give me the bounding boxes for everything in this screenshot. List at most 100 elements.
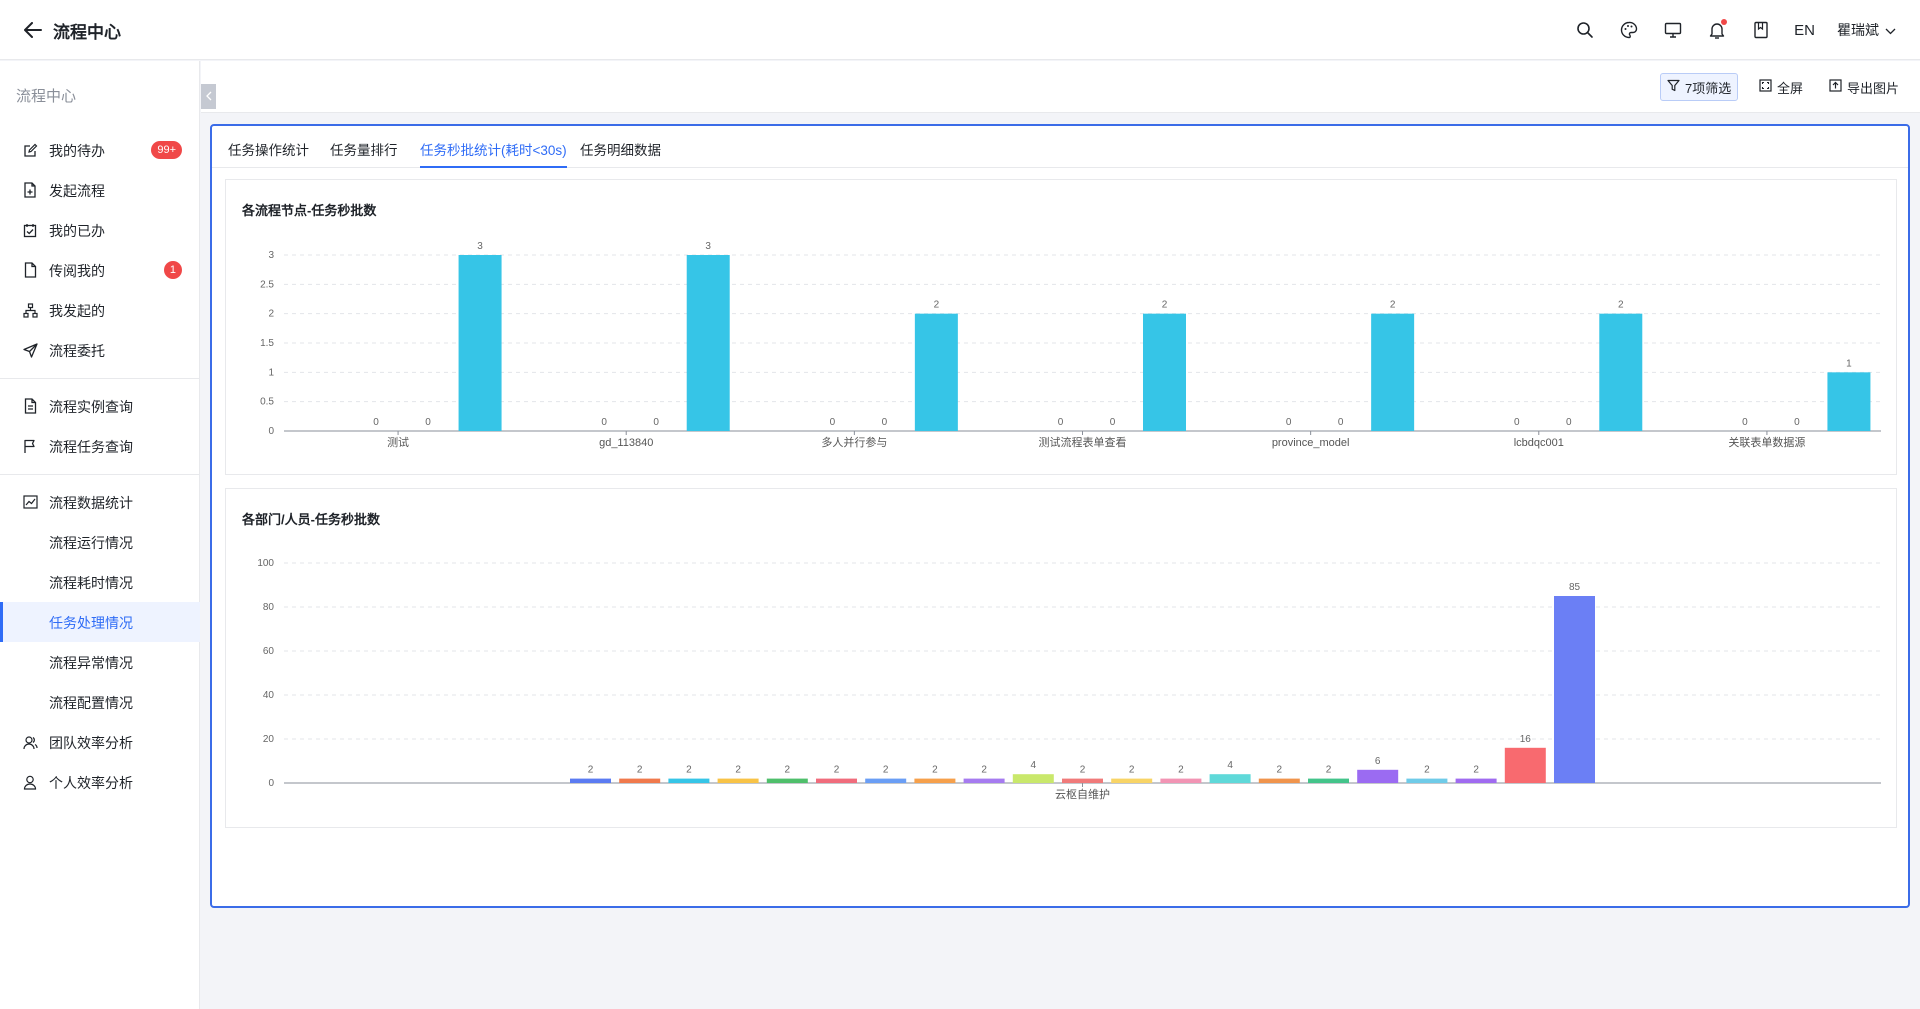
sidebar-item-exceptions[interactable]: 流程异常情况 <box>0 642 200 682</box>
tab-operation-stats[interactable]: 任务操作统计 <box>228 139 309 168</box>
bar <box>1143 313 1186 431</box>
bar <box>1599 313 1643 431</box>
chart-card-departments: 各部门/人员-任务秒批数 0 20 40 60 80 100 云枢自维护 2 2 2 2 2 2 2 2 2 4… <box>225 488 1897 828</box>
bar <box>1012 774 1054 783</box>
sidebar-item-data-stats[interactable]: 流程数据统计 <box>0 482 200 522</box>
book-icon[interactable] <box>1750 19 1772 41</box>
sidebar-item-label: 流程数据统计 <box>49 495 133 511</box>
bar <box>717 778 759 783</box>
data-label: 2 <box>1277 765 1283 776</box>
data-label: 85 <box>1569 582 1581 593</box>
sidebar-item-my-done[interactable]: 我的已办 <box>0 210 200 250</box>
bar <box>1258 778 1300 783</box>
sidebar: 流程中心 我的待办 99+ 发起流程 我的已办 传阅我的 1 我发起的 流程委托… <box>0 61 200 1009</box>
x-tick-label: 关联表单数据源 <box>1728 435 1805 449</box>
data-label: 6 <box>1375 756 1381 767</box>
back-arrow-icon[interactable] <box>22 17 44 43</box>
bar <box>1308 778 1349 783</box>
bar <box>1209 774 1251 783</box>
sidebar-divider <box>0 378 200 379</box>
data-label: 2 <box>1162 300 1168 311</box>
data-label: 0 <box>601 417 607 428</box>
bar <box>1554 596 1595 783</box>
sidebar-item-instance-query[interactable]: 流程实例查询 <box>0 386 200 426</box>
line-chart-icon <box>22 494 38 510</box>
data-label: 2 <box>932 765 938 776</box>
x-tick-label: 多人并行参与 <box>821 435 887 449</box>
sidebar-item-task-query[interactable]: 流程任务查询 <box>0 426 200 466</box>
top-header: 流程中心 EN 瞿瑞斌 <box>0 0 1920 60</box>
flag-icon <box>22 438 38 454</box>
content-toolbar: 7项筛选 全屏 导出图片 <box>201 61 1920 113</box>
x-tick-label: province_model <box>1272 437 1350 449</box>
sidebar-item-run-status[interactable]: 流程运行情况 <box>0 522 200 562</box>
calendar-check-icon <box>22 222 38 238</box>
data-label: 0 <box>425 417 431 428</box>
sidebar-item-circulated[interactable]: 传阅我的 1 <box>0 250 200 290</box>
sidebar-item-label: 我的待办 <box>49 143 105 159</box>
sidebar-item-my-initiated[interactable]: 我发起的 <box>0 290 200 330</box>
data-label: 2 <box>1473 765 1479 776</box>
tab-instant-approval[interactable]: 任务秒批统计(耗时<30s) <box>420 139 567 168</box>
data-label: 0 <box>882 417 888 428</box>
bar <box>668 778 710 783</box>
user-menu[interactable]: 瞿瑞斌 <box>1837 20 1896 40</box>
notification-dot <box>1721 19 1728 25</box>
tab-detail-data[interactable]: 任务明细数据 <box>580 139 661 168</box>
sidebar-item-time-cost[interactable]: 流程耗时情况 <box>0 562 200 602</box>
data-label: 3 <box>477 241 483 252</box>
tab-volume-ranking[interactable]: 任务量排行 <box>330 139 398 168</box>
circulated-count-badge: 1 <box>163 261 182 279</box>
filter-icon <box>1667 79 1680 95</box>
sidebar-item-start-process[interactable]: 发起流程 <box>0 170 200 210</box>
data-label: 0 <box>1286 417 1292 428</box>
bell-icon[interactable] <box>1706 19 1728 41</box>
data-label: 0 <box>1566 417 1572 428</box>
sidebar-item-my-todo[interactable]: 我的待办 99+ <box>0 130 200 170</box>
data-label: 2 <box>1129 765 1135 776</box>
sidebar-item-delegate[interactable]: 流程委托 <box>0 330 200 370</box>
filter-button[interactable]: 7项筛选 <box>1660 73 1739 101</box>
bar <box>1062 778 1103 783</box>
sidebar-collapse-button[interactable] <box>201 84 216 109</box>
sidebar-item-team-efficiency[interactable]: 团队效率分析 <box>0 722 200 762</box>
palette-icon[interactable] <box>1618 19 1640 41</box>
data-label: 0 <box>1058 417 1064 428</box>
monitor-icon[interactable] <box>1662 19 1684 41</box>
bar <box>1406 778 1448 783</box>
fullscreen-button[interactable]: 全屏 <box>1759 73 1803 101</box>
sidebar-item-label: 发起流程 <box>49 183 105 199</box>
sidebar-item-label: 流程实例查询 <box>49 399 133 415</box>
y-tick-label: 0.5 <box>260 397 274 408</box>
bar <box>570 778 611 783</box>
data-label: 0 <box>1742 417 1748 428</box>
bar <box>865 778 907 783</box>
sidebar-item-label: 流程运行情况 <box>49 535 133 551</box>
bar <box>458 255 502 431</box>
user-name: 瞿瑞斌 <box>1837 22 1879 38</box>
sidebar-item-personal-efficiency[interactable]: 个人效率分析 <box>0 762 200 802</box>
data-label: 0 <box>653 417 659 428</box>
data-label: 0 <box>1110 417 1116 428</box>
language-switch[interactable]: EN <box>1794 22 1815 39</box>
sidebar-item-config[interactable]: 流程配置情况 <box>0 682 200 722</box>
department-bar-chart: 0 20 40 60 80 100 云枢自维护 2 2 2 2 2 2 2 2 2 4 2 2 2 4 2 2 6 2 2 16 85 <box>257 558 1881 801</box>
data-label: 2 <box>1390 300 1396 311</box>
header-actions: EN 瞿瑞斌 <box>1574 0 1896 60</box>
file-add-icon <box>22 182 38 198</box>
x-tick-label: 测试流程表单查看 <box>1039 435 1127 449</box>
sidebar-item-label: 流程任务查询 <box>49 439 133 455</box>
sidebar-item-task-handling[interactable]: 任务处理情况 <box>0 602 200 642</box>
edit-icon <box>22 142 38 158</box>
sidebar-item-label: 我的已办 <box>49 223 105 239</box>
search-icon[interactable] <box>1574 19 1596 41</box>
data-label: 2 <box>588 765 594 776</box>
bar <box>914 778 956 783</box>
x-tick-label: gd_113840 <box>599 437 653 449</box>
bar <box>816 778 857 783</box>
bar <box>1111 778 1153 783</box>
bar <box>619 778 661 783</box>
data-label: 2 <box>1618 300 1624 311</box>
export-image-button[interactable]: 导出图片 <box>1829 73 1899 101</box>
data-label: 2 <box>785 765 791 776</box>
